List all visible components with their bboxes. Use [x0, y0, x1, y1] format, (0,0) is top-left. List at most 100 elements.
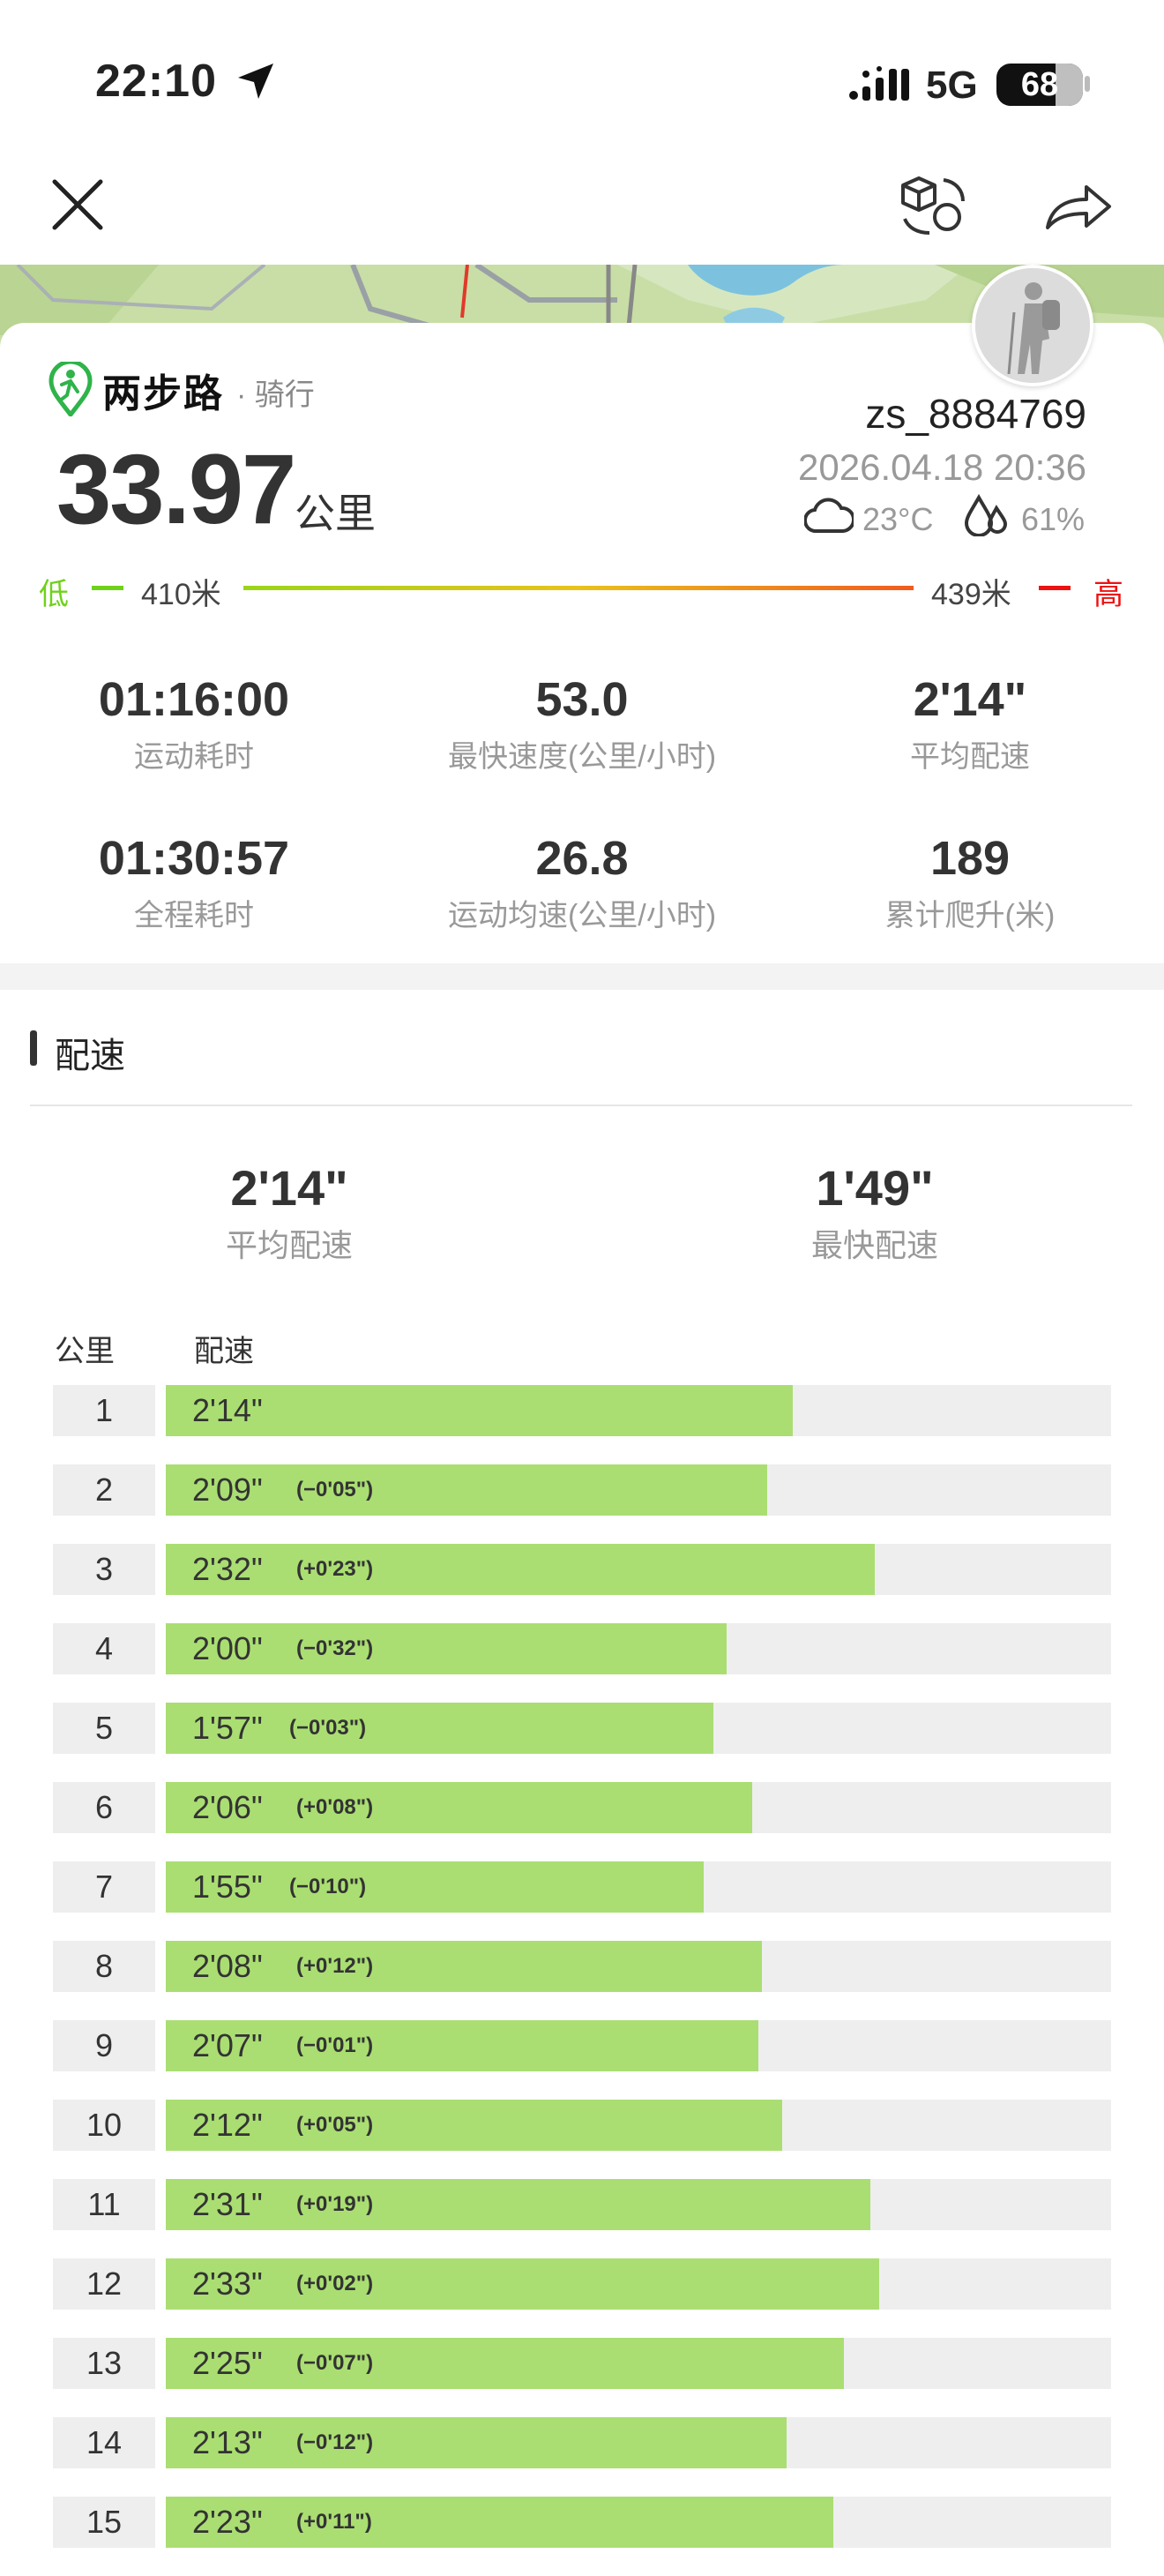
elevation-min: 410米 — [141, 578, 221, 611]
pace-row: 15 2'23" (+0'11") — [53, 2497, 1111, 2576]
pace-row-value: 1'57" — [192, 1710, 263, 1746]
stat-avg-pace: 2'14" 平均配速 — [776, 672, 1164, 775]
pace-bar-track — [166, 1385, 1111, 1436]
pace-row-diff: (−0'03") — [289, 1716, 367, 1740]
brand-name: 两步路 — [102, 372, 224, 416]
total-distance: 33.97 — [56, 434, 296, 544]
stat-avg-speed: 26.8 运动均速(公里/小时) — [388, 831, 776, 934]
pace-row-value: 1'55" — [192, 1868, 263, 1905]
elevation-high-label: 高 — [1093, 578, 1123, 611]
section-divider — [0, 963, 1164, 990]
stat-value: 53.0 — [535, 673, 629, 726]
pace-row-km: 14 — [53, 2417, 155, 2468]
pace-row-value: 2'12" — [192, 2107, 263, 2143]
stat-total-time: 01:30:57 全程耗时 — [0, 831, 388, 934]
battery-nub — [1085, 76, 1090, 92]
humidity: 61% — [1021, 501, 1086, 537]
pace-row: 11 2'31" (+0'19") — [53, 2179, 1111, 2258]
pace-row: 4 2'00" (−0'32") — [53, 1623, 1111, 1703]
pace-row-km: 9 — [53, 2020, 155, 2071]
pace-average-label: 平均配速 — [225, 1227, 353, 1263]
cloud-icon — [804, 498, 854, 534]
record-datetime: 2026.04.18 20:36 — [798, 446, 1086, 488]
stat-value: 2'14" — [913, 673, 1027, 726]
pace-row-diff: (+0'05") — [296, 2113, 374, 2137]
pace-row-km: 4 — [53, 1623, 155, 1674]
stat-value: 189 — [929, 832, 1011, 885]
elevation-low-label: 低 — [39, 578, 69, 611]
pace-row-value: 2'08" — [192, 1948, 263, 1984]
pace-row-diff: (+0'23") — [296, 1557, 374, 1581]
stat-label: 平均配速 — [910, 740, 1030, 774]
section-marker — [30, 1030, 37, 1066]
pace-fastest-value: 1'49" — [816, 1160, 934, 1216]
column-header-pace: 配速 — [194, 1335, 254, 1368]
pace-row: 5 1'57" (−0'03") — [53, 1703, 1111, 1782]
humidity-icon — [964, 494, 1008, 536]
pace-row: 14 2'13" (−0'12") — [53, 2417, 1111, 2497]
share-icon[interactable] — [1042, 178, 1113, 235]
pace-bar-fill — [166, 2497, 833, 2548]
stat-label: 全程耗时 — [134, 899, 254, 932]
app-logo-icon — [48, 362, 93, 416]
pace-row-value: 2'07" — [192, 2027, 263, 2063]
pace-row-value: 2'32" — [192, 1551, 263, 1587]
pace-row: 8 2'08" (+0'12") — [53, 1941, 1111, 2020]
sport-type: · 骑行 — [236, 378, 315, 412]
pace-row-km: 12 — [53, 2258, 155, 2310]
avatar[interactable] — [972, 265, 1093, 386]
pace-row: 6 2'06" (+0'08") — [53, 1782, 1111, 1861]
3d-view-icon[interactable] — [899, 173, 968, 236]
stat-value: 26.8 — [535, 832, 629, 885]
stat-label: 累计爬升(米) — [884, 899, 1056, 932]
pace-row: 12 2'33" (+0'02") — [53, 2258, 1111, 2338]
pace-row-km: 5 — [53, 1703, 155, 1754]
pace-row-value: 2'00" — [192, 1630, 263, 1666]
pace-row-value: 2'25" — [192, 2345, 263, 2381]
pace-row-diff: (−0'07") — [296, 2351, 374, 2375]
pace-row-km: 1 — [53, 1385, 155, 1436]
pace-row: 1 2'14" — [53, 1385, 1111, 1464]
pace-row: 2 2'09" (−0'05") — [53, 1464, 1111, 1544]
pace-row-diff: (+0'19") — [296, 2192, 374, 2216]
status-time: 22:10 — [95, 56, 217, 107]
pace-table: 1 2'14" 2 2'09" (−0'05") 3 2'32" (+0'23") 4 2'00"… — [53, 1385, 1111, 2576]
pace-average-value: 2'14" — [230, 1160, 348, 1216]
username: zs_8884769 — [865, 391, 1086, 437]
elevation-low-dash — [92, 586, 123, 590]
stat-label: 运动均速(公里/小时) — [447, 899, 717, 932]
stat-label: 运动耗时 — [134, 740, 254, 774]
pace-row: 9 2'07" (−0'01") — [53, 2020, 1111, 2100]
pace-bar-fill — [166, 2338, 844, 2389]
column-header-km: 公里 — [55, 1335, 115, 1368]
elevation-gradient-bar — [243, 586, 914, 590]
pace-row-value: 2'23" — [192, 2504, 263, 2540]
pace-row-km: 2 — [53, 1464, 155, 1516]
pace-row-value: 2'06" — [192, 1789, 263, 1825]
pace-row: 13 2'25" (−0'07") — [53, 2338, 1111, 2417]
stat-value: 01:16:00 — [98, 673, 290, 726]
pace-row-value: 2'33" — [192, 2265, 263, 2302]
pace-bar-fill — [166, 2258, 880, 2310]
pace-fastest: 1'49" 最快配速 — [698, 1159, 1051, 1266]
pace-row: 10 2'12" (+0'05") — [53, 2100, 1111, 2179]
pace-section-title: 配速 — [55, 1037, 125, 1075]
temperature: 23°C — [862, 501, 934, 537]
section-underline — [30, 1105, 1132, 1106]
pace-row-km: 6 — [53, 1782, 155, 1833]
pace-row-km: 7 — [53, 1861, 155, 1913]
pace-row-diff: (−0'12") — [296, 2430, 374, 2454]
stat-value: 01:30:57 — [98, 832, 290, 885]
pace-row: 3 2'32" (+0'23") — [53, 1544, 1111, 1623]
pace-row-value: 2'09" — [192, 1471, 263, 1508]
pace-row-diff: (−0'10") — [289, 1875, 367, 1898]
pace-row-diff: (+0'08") — [296, 1795, 374, 1819]
pace-fastest-label: 最快配速 — [810, 1227, 938, 1263]
close-icon[interactable] — [49, 176, 106, 233]
pace-row-diff: (−0'05") — [296, 1478, 374, 1501]
pace-row-km: 15 — [53, 2497, 155, 2548]
pace-row-diff: (+0'12") — [296, 1954, 374, 1978]
battery-icon: 68 — [996, 64, 1083, 106]
pace-row-diff: (+0'02") — [296, 2272, 374, 2295]
elevation-high-dash — [1039, 586, 1071, 590]
